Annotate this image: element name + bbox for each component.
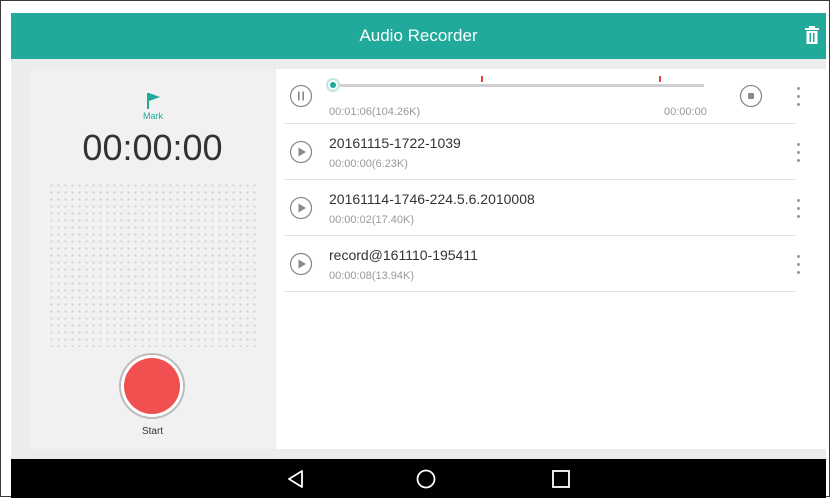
elapsed-time: 00:01:06(104.26K) [329,106,421,118]
mark-button[interactable]: Mark [141,91,165,123]
play-icon[interactable] [289,252,313,276]
more-vert-icon[interactable] [788,84,808,110]
screen: Audio Recorder Mark 00:00:00 Start 00:01… [0,0,830,498]
start-label: Start [141,426,164,437]
level-meter [48,182,258,347]
play-icon[interactable] [289,196,313,220]
recording-info: 00:00:02(17.40K) [329,214,415,226]
mark-label: Mark [143,111,163,121]
recording-info: 00:00:00(6.23K) [329,158,408,170]
recents-icon[interactable] [549,468,573,490]
recording-name: 20161114-1746-224.5.6.2010008 [329,191,535,207]
recording-info: 00:00:08(13.94K) [329,270,415,282]
content-area: Mark 00:00:00 Start 00:01:06(104.26K) 00… [11,59,826,459]
recording-item[interactable]: record@161110-195411 00:00:08(13.94K) [284,237,800,292]
seek-bar[interactable] [326,76,704,92]
system-nav-bar [11,459,826,498]
record-button[interactable] [119,353,185,419]
seek-handle[interactable] [326,78,340,92]
recording-item[interactable]: 20161114-1746-224.5.6.2010008 00:00:02(1… [284,181,800,236]
mark-indicator [659,76,661,82]
now-playing-row: 00:01:06(104.26K) 00:00:00 [284,69,800,124]
record-icon [124,358,180,414]
back-icon[interactable] [284,468,308,490]
recordings-list: 00:01:06(104.26K) 00:00:00 20161115-1722… [276,69,826,449]
flag-icon [147,93,160,109]
play-icon[interactable] [289,140,313,164]
app-title: Audio Recorder [359,26,478,45]
recording-item[interactable]: 20161115-1722-1039 00:00:00(6.23K) [284,125,800,180]
recording-name: record@161110-195411 [329,247,478,263]
home-icon[interactable] [414,468,438,490]
recording-name: 20161115-1722-1039 [329,135,461,151]
more-vert-icon[interactable] [788,140,808,166]
more-vert-icon[interactable] [788,252,808,278]
recorder-panel: Mark 00:00:00 Start [30,69,275,449]
record-timer: 00:00:00 [82,127,223,168]
title-bar: Audio Recorder [11,13,826,59]
stop-icon[interactable] [739,84,763,108]
trash-icon[interactable] [804,26,820,44]
more-vert-icon[interactable] [788,196,808,222]
remaining-time: 00:00:00 [664,106,707,118]
pause-icon[interactable] [289,84,313,108]
mark-indicator [481,76,483,82]
